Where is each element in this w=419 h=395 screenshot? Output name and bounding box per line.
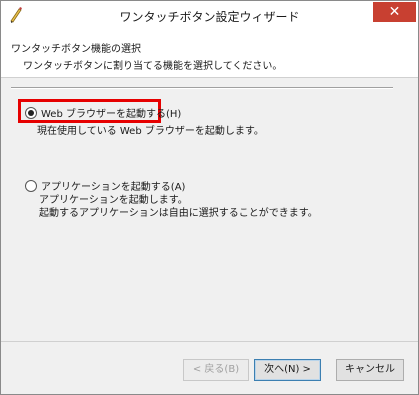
close-icon: ✕: [388, 4, 401, 20]
footer-divider: [1, 341, 418, 342]
next-button[interactable]: 次へ(N) >: [254, 359, 321, 381]
close-button[interactable]: ✕: [373, 2, 416, 22]
option-label: Web ブラウザーを起動する(H): [41, 109, 182, 120]
option-web-browser[interactable]: Web ブラウザーを起動する(H): [25, 105, 181, 120]
cancel-button[interactable]: キャンセル: [336, 359, 404, 381]
header-description: ワンタッチボタンに割り当てる機能を選択してください。: [23, 61, 283, 72]
radio-application[interactable]: [25, 179, 37, 192]
window-title: ワンタッチボタン設定ウィザード: [119, 10, 300, 24]
title-bar: ワンタッチボタン設定ウィザード ✕: [1, 1, 418, 30]
radio-web-browser[interactable]: [25, 106, 37, 119]
header-title: ワンタッチボタン機能の選択: [11, 44, 141, 55]
wizard-window: ワンタッチボタン設定ウィザード ✕ ワンタッチボタン機能の選択 ワンタッチボタン…: [0, 0, 419, 395]
back-button[interactable]: < 戻る(B): [183, 359, 249, 381]
option-description: 現在使用している Web ブラウザーを起動します。: [37, 126, 264, 137]
wizard-header: ワンタッチボタン機能の選択 ワンタッチボタンに割り当てる機能を選択してください。: [1, 30, 418, 78]
divider: [11, 87, 393, 89]
option-description: 起動するアプリケーションは自由に選択することができます。: [39, 208, 318, 219]
